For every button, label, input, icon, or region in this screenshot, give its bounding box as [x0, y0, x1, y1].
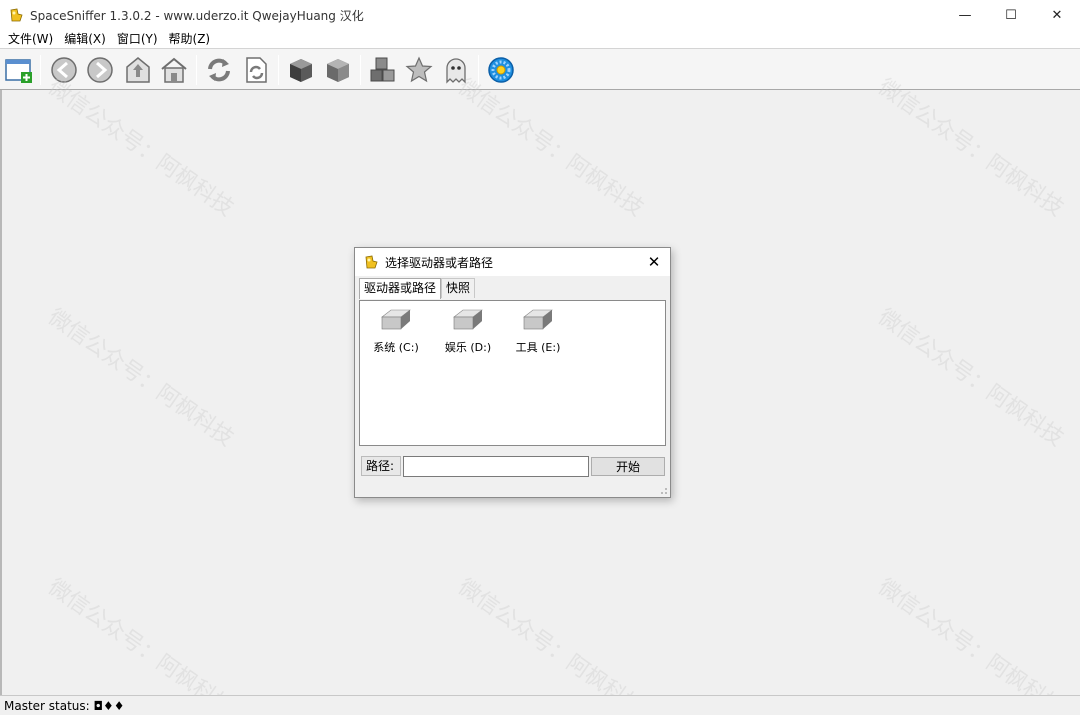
tab-snapshot[interactable]: 快照 [441, 278, 476, 298]
drive-list-panel: 系统 (C:) 娱乐 (D:) 工具 (E:) [359, 300, 666, 446]
tab-drive-or-path[interactable]: 驱动器或路径 [359, 278, 442, 299]
app-icon [365, 255, 378, 269]
watermark: 微信公众号：阿枫科技 [453, 574, 648, 715]
refresh-icon [208, 58, 230, 82]
maximize-button[interactable]: ☐ [988, 0, 1034, 30]
toolbar-separator [478, 55, 479, 85]
new-window-icon [5, 59, 32, 83]
star-button[interactable] [403, 54, 435, 86]
up-button[interactable] [122, 54, 154, 86]
dialog-tabs: 驱动器或路径 快照 [359, 278, 476, 299]
start-button[interactable]: 开始 [591, 456, 665, 476]
watermark: 微信公众号：阿枫科技 [43, 74, 238, 222]
zoom-in-box-button[interactable] [285, 54, 317, 86]
settings-gear-icon [488, 57, 514, 83]
forward-button[interactable] [84, 54, 116, 86]
up-icon [126, 57, 150, 83]
watermark: 微信公众号：阿枫科技 [873, 574, 1068, 715]
watermark: 微信公众号：阿枫科技 [43, 304, 238, 452]
app-icon [10, 8, 23, 22]
menu-help[interactable]: 帮助(Z) [165, 30, 218, 48]
drive-icon [523, 309, 553, 330]
new-window-button[interactable] [3, 54, 35, 86]
status-text: Master status: ◘♦♦ [4, 698, 125, 713]
menu-window[interactable]: 窗口(Y) [113, 30, 165, 48]
drive-label: 系统 (C:) [373, 341, 419, 354]
watermark: 微信公众号：阿枫科技 [873, 74, 1068, 222]
drive-item-d[interactable]: 娱乐 (D:) [438, 307, 498, 355]
cubes-button[interactable] [367, 54, 399, 86]
drive-label: 娱乐 (D:) [444, 341, 492, 354]
zoom-out-box-icon [327, 59, 349, 82]
drive-icon [453, 309, 483, 330]
toolbar-separator [360, 55, 361, 85]
path-input[interactable] [403, 455, 589, 477]
drive-icon [381, 309, 411, 330]
menu-edit[interactable]: 编辑(X) [60, 30, 113, 48]
dialog-title: 选择驱动器或者路径 [385, 255, 494, 270]
back-icon [51, 57, 77, 83]
dialog-title-bar: 选择驱动器或者路径 ✕ [355, 248, 670, 276]
refresh-page-button[interactable] [240, 54, 272, 86]
watermark: 微信公众号：阿枫科技 [873, 304, 1068, 452]
window-title: SpaceSniffer 1.3.0.2 - www.uderzo.it Qwe… [30, 8, 364, 23]
star-icon [405, 56, 433, 83]
drive-item-e[interactable]: 工具 (E:) [508, 307, 568, 355]
path-row: 路径: 开始 [361, 455, 665, 477]
ghost-icon [446, 58, 466, 84]
toolbar-separator [40, 55, 41, 85]
settings-button[interactable] [485, 54, 517, 86]
toolbar-separator [196, 55, 197, 85]
title-bar: SpaceSniffer 1.3.0.2 - www.uderzo.it Qwe… [0, 0, 1080, 30]
watermark: 微信公众号：阿枫科技 [453, 74, 648, 222]
toolbar [0, 48, 1080, 90]
select-drive-dialog: 选择驱动器或者路径 ✕ 驱动器或路径 快照 系统 (C:) 娱乐 (D:) 工具… [354, 247, 671, 498]
watermark: 微信公众号：阿枫科技 [43, 574, 238, 715]
menu-bar: 文件(W) 编辑(X) 窗口(Y) 帮助(Z) [0, 30, 1080, 48]
back-button[interactable] [48, 54, 80, 86]
cubes-icon [370, 57, 395, 82]
dialog-close-button[interactable]: ✕ [644, 252, 664, 272]
ghost-button[interactable] [440, 54, 472, 86]
refresh-page-icon [246, 57, 267, 83]
refresh-button[interactable] [203, 54, 235, 86]
resize-grip-icon[interactable] [658, 485, 668, 495]
drive-label: 工具 (E:) [515, 341, 561, 354]
close-window-button[interactable]: ✕ [1034, 0, 1080, 30]
status-bar: Master status: ◘♦♦ [0, 695, 1080, 715]
home-button[interactable] [158, 54, 190, 86]
zoom-in-box-icon [290, 59, 312, 82]
forward-icon [87, 57, 113, 83]
menu-file[interactable]: 文件(W) [4, 30, 60, 48]
drive-item-c[interactable]: 系统 (C:) [366, 307, 426, 355]
toolbar-separator [278, 55, 279, 85]
minimize-button[interactable]: — [942, 0, 988, 30]
zoom-out-box-button[interactable] [322, 54, 354, 86]
path-label: 路径: [361, 456, 401, 476]
home-icon [161, 57, 187, 83]
